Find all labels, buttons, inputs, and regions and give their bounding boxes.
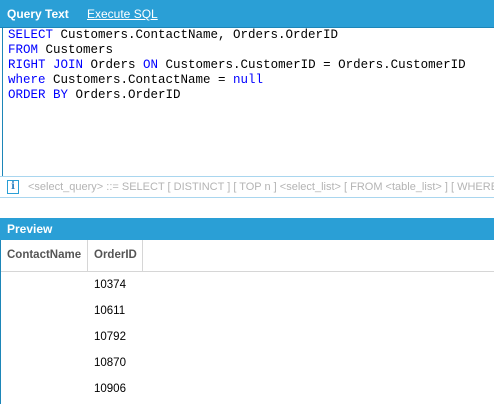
sql-line-4: where Customers.ContactName = null: [8, 73, 494, 88]
cell-orderid: 10374: [94, 279, 126, 291]
cell-contactname: [1, 324, 88, 350]
column-header-orderid[interactable]: OrderID: [88, 240, 143, 271]
sql-text: Customers.ContactName =: [45, 73, 234, 87]
cell-orderid: 10792: [94, 331, 126, 343]
cell-orderid: 10870: [94, 357, 126, 369]
sql-keyword: ORDER BY: [8, 88, 69, 102]
column-header-contactname[interactable]: ContactName: [1, 240, 88, 271]
sql-text: Orders.OrderID: [68, 88, 181, 102]
preview-header: Preview: [0, 218, 494, 240]
tab-query-text[interactable]: Query Text: [7, 7, 69, 21]
sql-keyword: SELECT: [8, 28, 54, 42]
preview-grid: ContactName OrderID 10374 10611 10792 10…: [0, 240, 494, 404]
syntax-hint-text: <select_query> ::= SELECT [ DISTINCT ] […: [28, 181, 494, 193]
cell-orderid: 10906: [94, 383, 126, 395]
cell-contactname: [1, 350, 88, 376]
sql-text: Orders: [83, 58, 144, 72]
cell-contactname: [1, 272, 88, 298]
syntax-hint-bar: i <select_query> ::= SELECT [ DISTINCT ]…: [0, 176, 494, 198]
sql-text: Customers.CustomerID = Orders.CustomerID: [158, 58, 466, 72]
table-row[interactable]: 10374: [1, 272, 494, 298]
cell-orderid: 10611: [94, 305, 126, 317]
tab-execute-sql[interactable]: Execute SQL: [87, 7, 158, 21]
sql-text: Customers: [38, 43, 114, 57]
sql-editor[interactable]: SELECT Customers.ContactName, Orders.Ord…: [2, 28, 494, 176]
sql-keyword: null: [233, 73, 264, 87]
cell-contactname: [1, 298, 88, 324]
grid-header: ContactName OrderID: [1, 240, 494, 272]
query-builder-window: Query Text Execute SQL SELECT Customers.…: [0, 0, 494, 404]
preview-title: Preview: [7, 222, 53, 236]
sql-line-5: ORDER BY Orders.OrderID: [8, 88, 494, 103]
sql-line-3: RIGHT JOIN Orders ON Customers.CustomerI…: [8, 58, 494, 73]
table-row[interactable]: 10870: [1, 350, 494, 376]
info-icon: i: [7, 180, 19, 194]
sql-keyword: ON: [143, 58, 159, 72]
sql-line-1: SELECT Customers.ContactName, Orders.Ord…: [8, 28, 494, 43]
sql-keyword: where: [8, 73, 46, 87]
sql-keyword: RIGHT JOIN: [8, 58, 84, 72]
tab-bar: Query Text Execute SQL: [0, 0, 494, 28]
spacer: [0, 198, 494, 218]
table-row[interactable]: 10611: [1, 298, 494, 324]
sql-keyword: FROM: [8, 43, 39, 57]
cell-contactname: [1, 376, 88, 402]
table-row[interactable]: 10906: [1, 376, 494, 402]
table-row[interactable]: 10792: [1, 324, 494, 350]
sql-text: Customers.ContactName, Orders.OrderID: [53, 28, 339, 42]
sql-line-2: FROM Customers: [8, 43, 494, 58]
